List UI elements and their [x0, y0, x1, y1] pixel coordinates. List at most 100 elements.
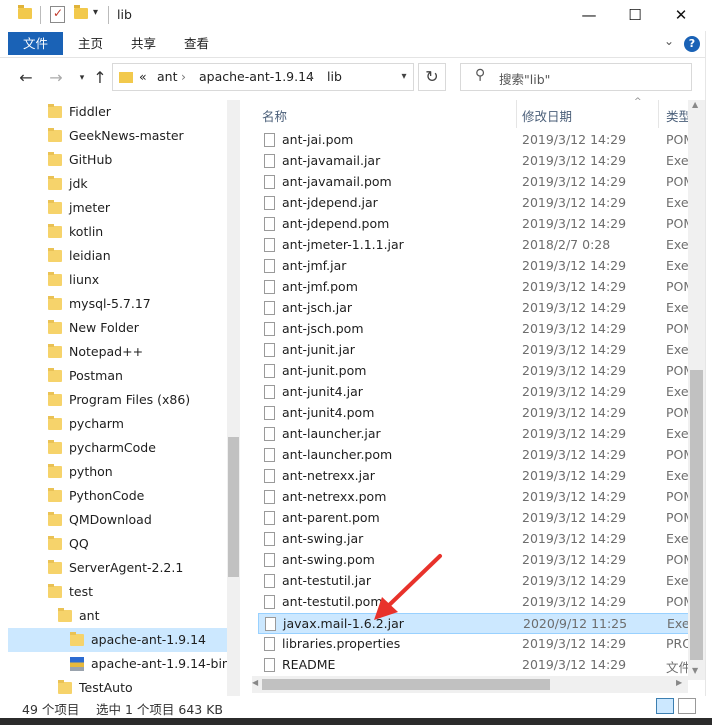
- nav-item[interactable]: PythonCode: [0, 484, 227, 508]
- close-button[interactable]: ✕: [658, 0, 704, 31]
- file-row[interactable]: ant-jmf.pom 2019/3/12 14:29 POM: [258, 277, 710, 298]
- file-row[interactable]: ant-jdepend.jar 2019/3/12 14:29 Exe: [258, 193, 710, 214]
- large-icons-view-button[interactable]: [678, 698, 696, 714]
- folder-icon: [48, 344, 62, 358]
- file-row[interactable]: ant-junit4.jar 2019/3/12 14:29 Exe: [258, 382, 710, 403]
- help-icon[interactable]: ?: [684, 36, 700, 52]
- quick-access-dropdown-icon[interactable]: ▾: [93, 7, 98, 18]
- folder-icon: [70, 632, 84, 646]
- file-list-scrollbar-thumb[interactable]: [690, 370, 703, 660]
- tab-file[interactable]: 文件: [8, 32, 63, 55]
- scroll-down-icon[interactable]: ▼: [692, 666, 698, 675]
- file-row[interactable]: ant-launcher.pom 2019/3/12 14:29 POM: [258, 445, 710, 466]
- nav-item[interactable]: New Folder: [0, 316, 227, 340]
- properties-icon[interactable]: [50, 6, 65, 23]
- column-name[interactable]: 名称: [262, 106, 287, 125]
- new-folder-icon[interactable]: [74, 5, 88, 19]
- refresh-button[interactable]: ↻: [418, 63, 446, 91]
- up-button[interactable]: ↑: [90, 65, 110, 91]
- tab-share[interactable]: 共享: [131, 33, 156, 55]
- nav-item[interactable]: pycharmCode: [0, 436, 227, 460]
- nav-item[interactable]: jmeter: [0, 196, 227, 220]
- scroll-right-icon[interactable]: ▶: [676, 678, 682, 687]
- maximize-button[interactable]: ☐: [612, 0, 658, 31]
- breadcrumb-ant[interactable]: ant: [157, 69, 177, 84]
- tab-home[interactable]: 主页: [78, 33, 103, 55]
- address-bar[interactable]: « ant › apache-ant-1.9.14 › lib: [112, 63, 414, 91]
- file-row[interactable]: ant-jsch.jar 2019/3/12 14:29 Exe: [258, 298, 710, 319]
- file-row[interactable]: ant-jdepend.pom 2019/3/12 14:29 POM: [258, 214, 710, 235]
- nav-scrollbar-thumb[interactable]: [228, 437, 239, 577]
- breadcrumb-lib[interactable]: lib: [327, 69, 342, 84]
- back-button[interactable]: ←: [16, 65, 36, 91]
- file-list-scrollbar[interactable]: ▲ ▼: [688, 100, 705, 680]
- file-row[interactable]: ant-javamail.pom 2019/3/12 14:29 POM: [258, 172, 710, 193]
- nav-item[interactable]: GeekNews-master: [0, 124, 227, 148]
- nav-item[interactable]: apache-ant-1.9.14: [8, 628, 227, 652]
- nav-item[interactable]: leidian: [0, 244, 227, 268]
- breadcrumb-separator[interactable]: ›: [309, 69, 314, 84]
- nav-item[interactable]: Fiddler: [0, 100, 227, 124]
- scroll-left-icon[interactable]: ◀: [252, 678, 258, 687]
- breadcrumb-apache-ant[interactable]: apache-ant-1.9.14: [199, 69, 314, 84]
- file-row[interactable]: README 2019/3/12 14:29 文件: [258, 655, 710, 676]
- horizontal-scrollbar-thumb[interactable]: [262, 679, 550, 690]
- file-date: 2019/3/12 14:29: [522, 594, 627, 609]
- column-divider[interactable]: [658, 100, 659, 128]
- folder-icon[interactable]: [18, 5, 32, 19]
- chevron-down-icon[interactable]: ⌄: [664, 34, 674, 48]
- search-box[interactable]: ⚲ 搜索"lib": [460, 63, 692, 91]
- recent-locations-icon[interactable]: ▾: [72, 65, 92, 91]
- file-row[interactable]: ant-swing.pom 2019/3/12 14:29 POM: [258, 550, 710, 571]
- nav-item-label: jmeter: [69, 200, 111, 215]
- breadcrumb-overflow[interactable]: «: [139, 69, 147, 84]
- nav-item[interactable]: TestAuto: [0, 676, 227, 696]
- file-row[interactable]: ant-swing.jar 2019/3/12 14:29 Exe: [258, 529, 710, 550]
- nav-item[interactable]: mysql-5.7.17: [0, 292, 227, 316]
- folder-icon: [48, 248, 62, 262]
- address-dropdown-icon[interactable]: ▾: [394, 63, 414, 91]
- file-row[interactable]: javax.mail-1.6.2.jar 2020/9/12 11:25 Exe: [258, 613, 710, 634]
- minimize-button[interactable]: —: [566, 0, 612, 31]
- nav-item[interactable]: python: [0, 460, 227, 484]
- nav-item[interactable]: Program Files (x86): [0, 388, 227, 412]
- scroll-up-icon[interactable]: ▲: [692, 100, 698, 109]
- file-row[interactable]: ant-javamail.jar 2019/3/12 14:29 Exe: [258, 151, 710, 172]
- nav-item[interactable]: Postman: [0, 364, 227, 388]
- nav-item[interactable]: pycharm: [0, 412, 227, 436]
- file-row[interactable]: ant-junit.pom 2019/3/12 14:29 POM: [258, 361, 710, 382]
- nav-item[interactable]: GitHub: [0, 148, 227, 172]
- nav-item[interactable]: apache-ant-1.9.14-bin.zi: [0, 652, 240, 676]
- horizontal-scrollbar[interactable]: ◀ ▶: [252, 676, 688, 693]
- file-row[interactable]: ant-jmf.jar 2019/3/12 14:29 Exe: [258, 256, 710, 277]
- nav-item[interactable]: jdk: [0, 172, 227, 196]
- file-row[interactable]: ant-jsch.pom 2019/3/12 14:29 POM: [258, 319, 710, 340]
- file-name: ant-jdepend.jar: [282, 195, 378, 210]
- file-row[interactable]: ant-junit.jar 2019/3/12 14:29 Exe: [258, 340, 710, 361]
- file-row[interactable]: ant-launcher.jar 2019/3/12 14:29 Exe: [258, 424, 710, 445]
- nav-item[interactable]: ServerAgent-2.2.1: [0, 556, 227, 580]
- nav-item[interactable]: QQ: [0, 532, 227, 556]
- details-view-button[interactable]: [656, 698, 674, 714]
- tab-view[interactable]: 查看: [184, 33, 209, 55]
- file-row[interactable]: ant-parent.pom 2019/3/12 14:29 POM: [258, 508, 710, 529]
- nav-item[interactable]: Notepad++: [0, 340, 227, 364]
- nav-item[interactable]: ant: [0, 604, 227, 628]
- file-row[interactable]: ant-testutil.jar 2019/3/12 14:29 Exe: [258, 571, 710, 592]
- nav-item[interactable]: kotlin: [0, 220, 227, 244]
- nav-item[interactable]: test: [0, 580, 227, 604]
- forward-button[interactable]: →: [46, 65, 66, 91]
- nav-scrollbar[interactable]: [227, 100, 240, 696]
- breadcrumb-separator[interactable]: ›: [181, 69, 186, 84]
- file-row[interactable]: libraries.properties 2019/3/12 14:29 PRO: [258, 634, 710, 655]
- file-row[interactable]: ant-junit4.pom 2019/3/12 14:29 POM: [258, 403, 710, 424]
- column-date[interactable]: 修改日期: [522, 106, 572, 125]
- file-row[interactable]: ant-testutil.pom 2019/3/12 14:29 POM: [258, 592, 710, 613]
- file-row[interactable]: ant-netrexx.jar 2019/3/12 14:29 Exe: [258, 466, 710, 487]
- nav-item[interactable]: QMDownload: [0, 508, 227, 532]
- column-divider[interactable]: [516, 100, 517, 128]
- file-row[interactable]: ant-jmeter-1.1.1.jar 2018/2/7 0:28 Exe: [258, 235, 710, 256]
- file-row[interactable]: ant-netrexx.pom 2019/3/12 14:29 POM: [258, 487, 710, 508]
- file-row[interactable]: ant-jai.pom 2019/3/12 14:29 POM: [258, 130, 710, 151]
- nav-item[interactable]: liunx: [0, 268, 227, 292]
